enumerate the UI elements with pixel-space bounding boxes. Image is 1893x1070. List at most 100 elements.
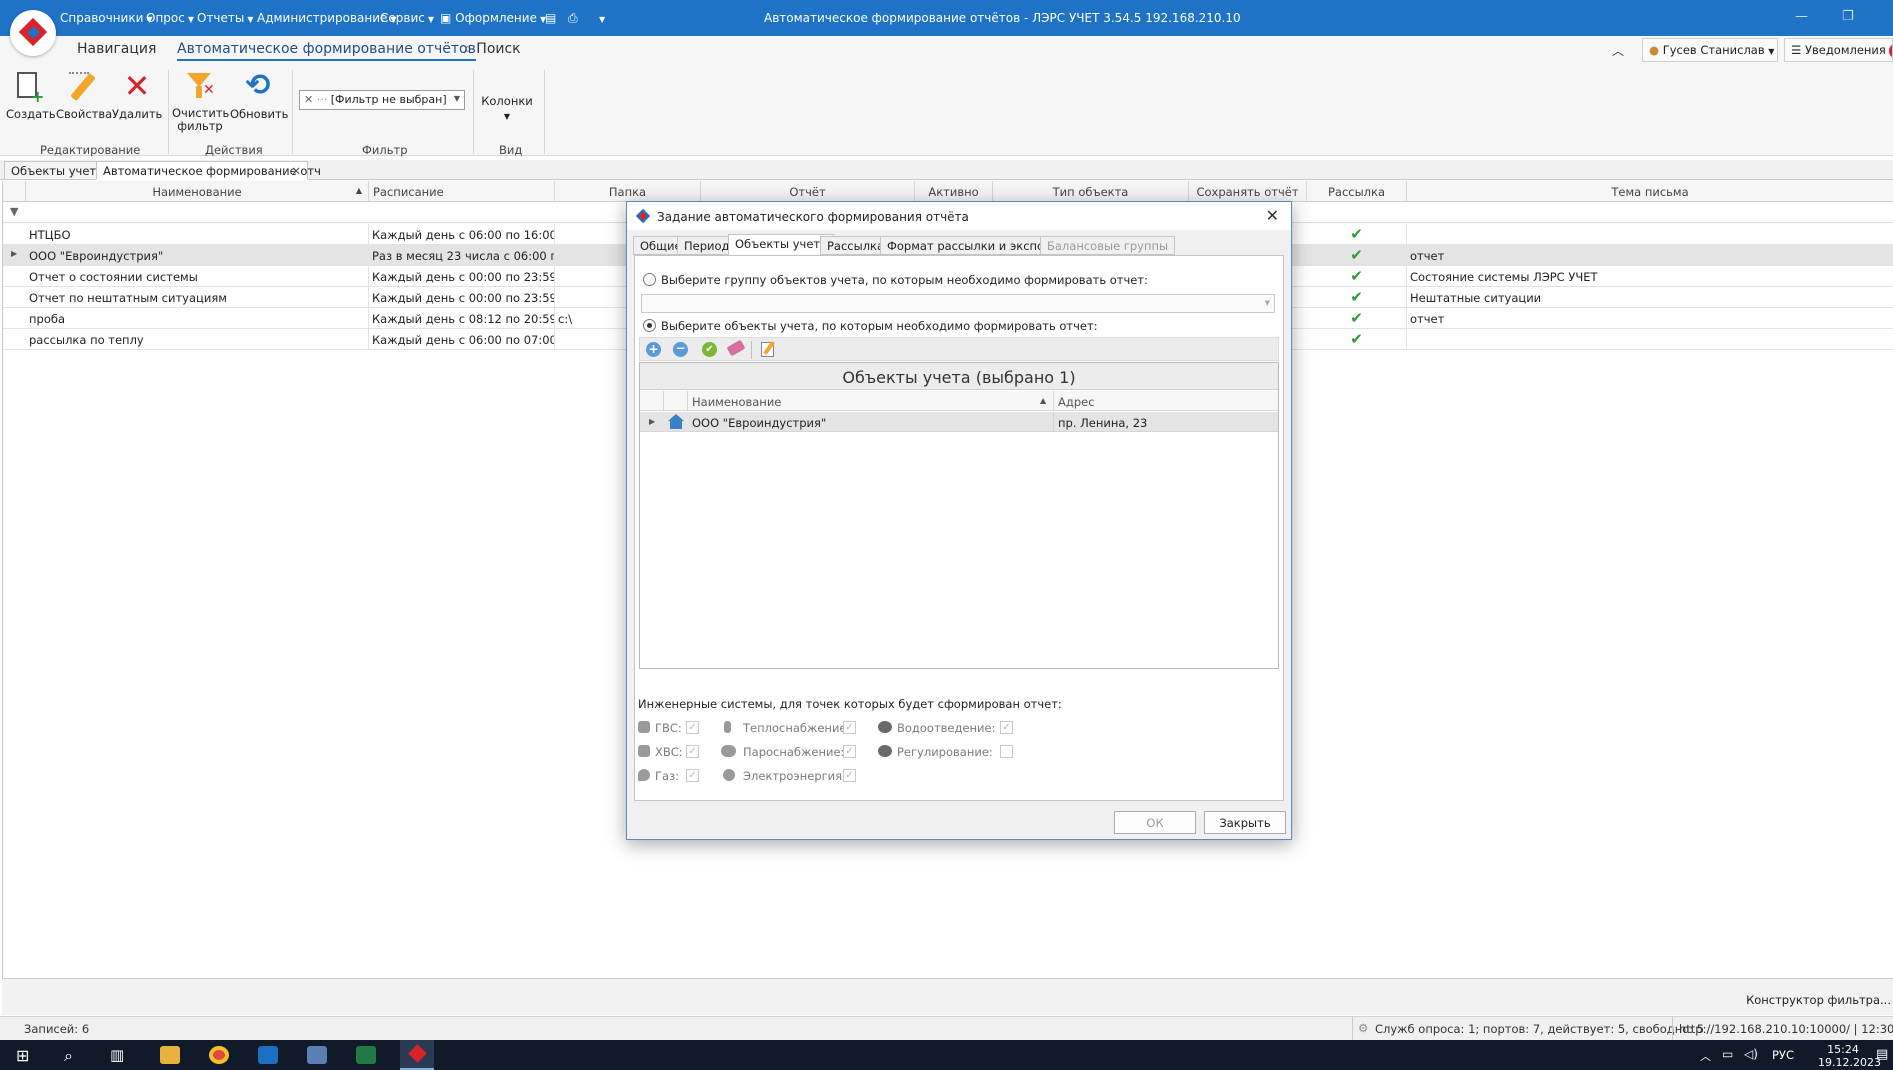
filter-builder-link[interactable]: Конструктор фильтра... [1746, 993, 1891, 1007]
delete-button[interactable]: ✕ Удалить [112, 70, 162, 121]
menu-polling[interactable]: Опрос ▼ [146, 11, 194, 25]
records-count: Записей: 6 [24, 1022, 90, 1036]
radio-select-objects[interactable] [643, 319, 656, 332]
heat-checkbox[interactable]: ✓ [843, 721, 856, 734]
filter-select[interactable]: ✕ ··· [Фильтр не выбран] ▼ [299, 90, 465, 110]
objects-toolbar: + − ✔ [639, 337, 1279, 361]
reg-checkbox[interactable] [1000, 745, 1013, 758]
objects-list-title: Объекты учета (выбрано 1) [640, 363, 1278, 390]
outlook-icon[interactable] [258, 1046, 278, 1064]
properties-button[interactable]: Свойства [56, 70, 112, 121]
hvs-checkbox[interactable]: ✓ [686, 745, 699, 758]
search-icon[interactable]: ⌕ [64, 1046, 73, 1066]
print-icon[interactable]: ⎙ [568, 11, 578, 26]
power-checkbox[interactable]: ✓ [843, 769, 856, 782]
menu-directories[interactable]: Справочники ▼ [60, 11, 153, 25]
row-indicator-header [3, 181, 26, 202]
select-all-icon[interactable]: ✔ [702, 342, 717, 357]
column-header-mailing[interactable]: Рассылка [1307, 181, 1407, 202]
list-item[interactable]: ▶ ООО "Евроиндустрия" пр. Ленина, 23 [640, 412, 1278, 432]
edit-document-icon[interactable] [761, 341, 775, 357]
ok-button[interactable]: ОК [1114, 811, 1196, 834]
remove-icon[interactable]: − [673, 342, 688, 357]
chevron-down-icon: ▼ [453, 94, 460, 103]
tab-balance-groups[interactable]: Балансовые группы [1040, 236, 1176, 255]
minimize-icon[interactable]: — [1795, 9, 1808, 24]
volume-icon[interactable]: ◁) [1744, 1047, 1758, 1061]
radiator-icon [724, 721, 731, 733]
drainage-icon [878, 721, 892, 733]
close-tab-icon[interactable]: ✕ [291, 164, 301, 178]
collapse-ribbon-icon[interactable]: ︿ [1612, 42, 1624, 59]
column-header-schedule[interactable]: Расписание [369, 181, 555, 202]
tab-auto-reports[interactable]: Автоматическое формирование отчётов [177, 41, 476, 61]
tab-objects[interactable]: Объекты учета [728, 234, 835, 256]
task-view-icon[interactable]: ▥ [110, 1046, 124, 1064]
excel-icon[interactable] [356, 1046, 376, 1064]
create-button[interactable]: + Создать [6, 70, 56, 121]
doc-tab-objects[interactable]: Объекты учета [4, 161, 111, 180]
column-header-object-type[interactable]: Тип объекта [993, 181, 1189, 202]
drain-checkbox[interactable]: ✓ [1000, 721, 1013, 734]
eraser-icon[interactable] [726, 339, 746, 357]
tray-chevron-icon[interactable]: ︿ [1700, 1048, 1711, 1064]
group-label-view: Вид [499, 143, 523, 157]
radio-select-group[interactable] [643, 273, 656, 286]
action-center-icon[interactable]: ▤ [1876, 1047, 1888, 1062]
clear-icon[interactable]: ✕ [304, 93, 313, 106]
lers-taskbar-button[interactable] [400, 1040, 434, 1070]
language-indicator[interactable]: РУС [1772, 1048, 1794, 1062]
list-icon: ☰ [1791, 43, 1802, 57]
gvs-checkbox[interactable]: ✓ [686, 721, 699, 734]
gas-checkbox[interactable]: ✓ [686, 769, 699, 782]
export-icon[interactable]: ▤ [545, 11, 556, 25]
chrome-icon[interactable] [209, 1046, 229, 1064]
windows-start-icon[interactable]: ⊞ [16, 1046, 29, 1065]
notification-badge [1889, 43, 1892, 58]
column-header-name[interactable]: Наименование ▲ [26, 181, 369, 202]
menu-reports[interactable]: Отчеты ▼ [197, 11, 254, 25]
expand-icon[interactable]: ▶ [649, 417, 655, 426]
network-icon[interactable]: ▭ [1722, 1047, 1733, 1061]
notifications-button[interactable]: ☰ Уведомления [1784, 38, 1893, 62]
remote-desktop-icon[interactable] [307, 1046, 327, 1064]
light-bulb-icon [723, 769, 735, 781]
column-header-name[interactable]: Наименование [692, 395, 781, 409]
user-menu[interactable]: ● Гусев Станислав ▼ [1642, 38, 1778, 62]
add-icon[interactable]: + [646, 342, 661, 357]
objects-list-header: Наименование ▲ Адрес [640, 391, 1278, 411]
clear-filter-button[interactable]: ✕ Очистить фильтр [172, 70, 229, 133]
column-header-save-report[interactable]: Сохранять отчёт [1189, 181, 1307, 202]
quick-access-dropdown-icon[interactable]: ▼ [596, 11, 605, 25]
group-select[interactable]: ▼ [641, 294, 1275, 313]
user-icon: ● [1649, 43, 1660, 57]
dialog-title: Задание автоматического формирования отч… [657, 210, 969, 224]
clock[interactable]: 15:24 19.12.2023 [1818, 1043, 1881, 1069]
check-icon: ✔ [1307, 266, 1407, 287]
new-document-icon: + [11, 70, 45, 105]
tab-search[interactable]: ⌕ Поиск [464, 41, 521, 57]
radio-objects-label: Выберите объекты учета, по которым необх… [661, 319, 1098, 333]
column-header-address[interactable]: Адрес [1058, 395, 1095, 409]
tab-navigation[interactable]: Навигация [77, 41, 156, 57]
polling-service-icon: ⚙ [1358, 1021, 1369, 1035]
doc-tab-auto-reports[interactable]: Автоматическое формирование отч ✕ [96, 161, 321, 180]
columns-button[interactable]: Колонки ▼ [478, 94, 536, 122]
column-header-folder[interactable]: Папка [555, 181, 701, 202]
menu-appearance[interactable]: ▣ Оформление ▼ [440, 11, 546, 25]
file-explorer-icon[interactable] [160, 1046, 180, 1064]
refresh-button[interactable]: ⟲ Обновить [230, 70, 288, 122]
menu-service[interactable]: Сервис ▼ [380, 11, 434, 25]
ribbon-separator [473, 70, 474, 154]
close-icon[interactable]: ✕ [1266, 206, 1279, 225]
column-header-report[interactable]: Отчёт [701, 181, 915, 202]
menu-administration[interactable]: Администрирование ▼ [257, 11, 397, 25]
title-bar: Справочники ▼ Опрос ▼ Отчеты ▼ Администриро… [0, 0, 1893, 36]
lers-icon [635, 208, 651, 224]
column-header-active[interactable]: Активно [915, 181, 993, 202]
restore-icon[interactable]: ❐ [1842, 9, 1854, 24]
delete-x-icon: ✕ [123, 67, 151, 105]
column-header-subject[interactable]: Тема письма [1407, 181, 1893, 202]
close-button[interactable]: Закрыть [1204, 811, 1286, 834]
steam-checkbox[interactable]: ✓ [843, 745, 856, 758]
